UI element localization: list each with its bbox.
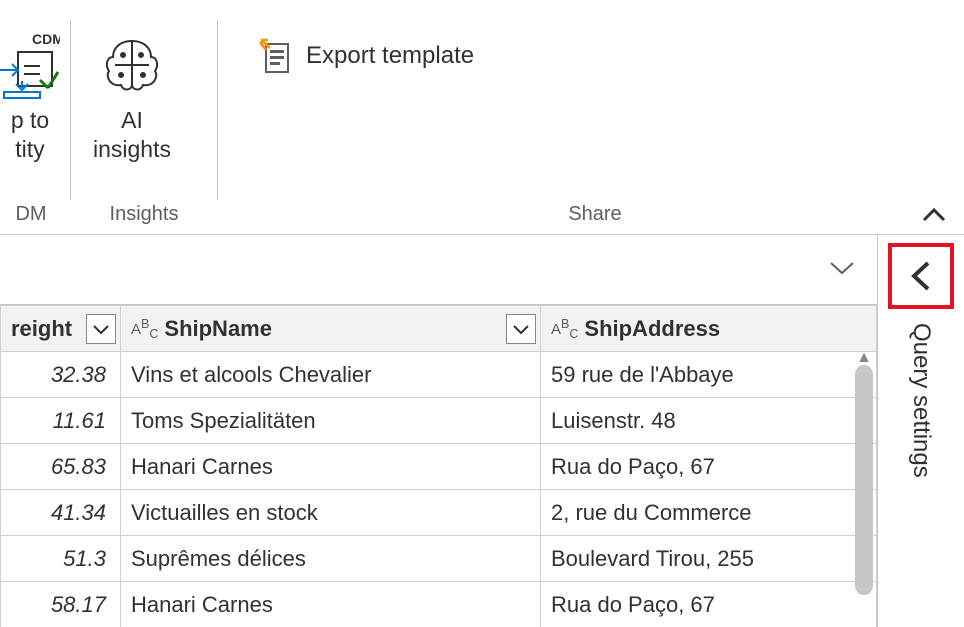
ai-insights-button[interactable]: AI insights <box>79 30 185 164</box>
panel-title: Query settings <box>907 323 935 478</box>
brain-icon <box>97 30 167 100</box>
cell-shipaddress[interactable]: Luisenstr. 48 <box>541 398 877 444</box>
cell-shipaddress[interactable]: Boulevard Tirou, 255 <box>541 536 877 582</box>
cell-shipaddress[interactable]: 59 rue de l'Abbaye <box>541 352 877 398</box>
table-row[interactable]: 51.3Suprêmes délicesBoulevard Tirou, 255 <box>1 536 877 582</box>
ribbon-group-insights: AI insights Insights <box>79 0 209 234</box>
column-header-shipname[interactable]: ABC ShipName <box>121 306 541 352</box>
expand-panel-button[interactable] <box>888 243 954 309</box>
text-type-icon: ABC <box>551 317 578 341</box>
cell-freight[interactable]: 58.17 <box>1 582 121 627</box>
filter-button[interactable] <box>86 314 116 344</box>
editor-pane: reight ABC ShipName <box>0 235 878 627</box>
text-type-icon: ABC <box>131 317 158 341</box>
cell-shipname[interactable]: Hanari Carnes <box>121 444 541 490</box>
label: ShipName <box>164 316 530 342</box>
data-table: reight ABC ShipName <box>0 305 877 627</box>
data-table-wrap: reight ABC ShipName <box>0 305 877 627</box>
cell-freight[interactable]: 32.38 <box>1 352 121 398</box>
label: p to tity <box>11 106 49 164</box>
group-label: Insights <box>79 197 209 234</box>
cell-freight[interactable]: 51.3 <box>1 536 121 582</box>
query-settings-panel: Query settings <box>878 235 964 627</box>
cell-shipname[interactable]: Toms Spezialitäten <box>121 398 541 444</box>
expand-formula-icon[interactable] <box>827 257 857 283</box>
group-label: Share <box>226 197 964 234</box>
label: AI insights <box>93 106 171 164</box>
ribbon-separator <box>217 20 218 200</box>
table-row[interactable]: 41.34Victuailles en stock2, rue du Comme… <box>1 490 877 536</box>
cell-shipname[interactable]: Hanari Carnes <box>121 582 541 627</box>
column-header-shipaddress[interactable]: ABC ShipAddress <box>541 306 877 352</box>
svg-text:CDM: CDM <box>32 31 60 47</box>
cdm-icon: CDM <box>0 30 60 100</box>
export-template-button[interactable]: Export template <box>246 34 486 78</box>
scroll-up-arrow[interactable]: ▲ <box>855 349 873 365</box>
table-row[interactable]: 65.83Hanari CarnesRua do Paço, 67 <box>1 444 877 490</box>
column-header-freight[interactable]: reight <box>1 306 121 352</box>
cell-freight[interactable]: 11.61 <box>1 398 121 444</box>
cell-shipaddress[interactable]: Rua do Paço, 67 <box>541 582 877 627</box>
label: Export template <box>306 42 474 70</box>
formula-bar[interactable] <box>0 235 877 305</box>
map-to-entity-button[interactable]: CDM p to tity <box>0 30 60 164</box>
cell-freight[interactable]: 65.83 <box>1 444 121 490</box>
table-row[interactable]: 32.38Vins et alcools Chevalier59 rue de … <box>1 352 877 398</box>
main-area: reight ABC ShipName <box>0 235 964 627</box>
cell-shipaddress[interactable]: Rua do Paço, 67 <box>541 444 877 490</box>
ribbon: CDM p to tity DM <box>0 0 964 235</box>
template-icon <box>258 38 294 74</box>
table-row[interactable]: 11.61Toms SpezialitätenLuisenstr. 48 <box>1 398 877 444</box>
label: ShipAddress <box>584 316 866 342</box>
scrollbar-thumb[interactable] <box>855 365 873 595</box>
table-row[interactable]: 58.17Hanari CarnesRua do Paço, 67 <box>1 582 877 627</box>
filter-button[interactable] <box>506 314 536 344</box>
header-row: reight ABC ShipName <box>1 306 877 352</box>
collapse-ribbon-button[interactable] <box>920 204 948 230</box>
cell-shipname[interactable]: Suprêmes délices <box>121 536 541 582</box>
cell-freight[interactable]: 41.34 <box>1 490 121 536</box>
cell-shipname[interactable]: Vins et alcools Chevalier <box>121 352 541 398</box>
ribbon-group-share: Export template Share <box>226 0 964 234</box>
cell-shipaddress[interactable]: 2, rue du Commerce <box>541 490 877 536</box>
ribbon-separator <box>70 20 71 200</box>
cell-shipname[interactable]: Victuailles en stock <box>121 490 541 536</box>
group-label: DM <box>0 197 62 234</box>
ribbon-group-cdm: CDM p to tity DM <box>0 0 62 234</box>
